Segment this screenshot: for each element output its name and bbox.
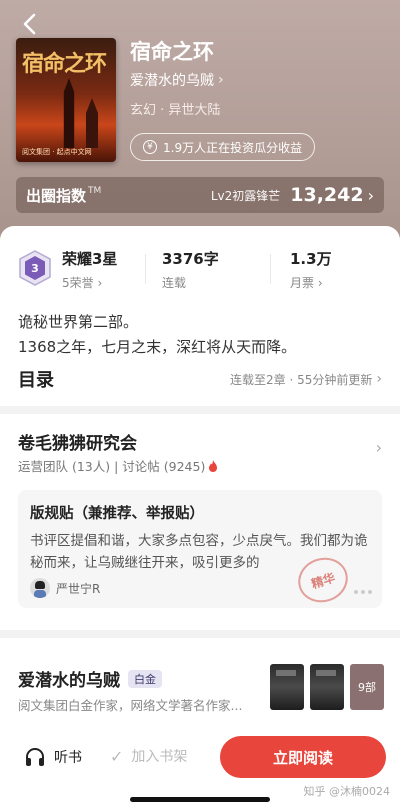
book-cover[interactable]: 宿命之环 阅文集团 · 起点中文网 xyxy=(16,38,116,162)
headphones-icon xyxy=(26,748,44,766)
read-now-button[interactable]: 立即阅读 xyxy=(220,736,386,778)
book-title: 宿命之环 xyxy=(130,40,214,64)
honor-sub: 5荣誉 › xyxy=(62,276,103,290)
fire-icon xyxy=(209,459,218,472)
author-work-cover[interactable] xyxy=(270,664,304,710)
honor-badge-icon[interactable]: 3 xyxy=(18,250,52,286)
listen-button[interactable]: 听书 xyxy=(24,746,82,768)
words-count: 3376字 xyxy=(162,250,219,268)
post-author[interactable]: 严世宁R xyxy=(30,578,100,598)
honor-badge-number: 3 xyxy=(31,262,39,275)
post-title: 版规贴（兼推荐、举报贴） xyxy=(30,506,204,522)
avatar xyxy=(30,578,50,598)
author-work-cover[interactable] xyxy=(310,664,344,710)
index-level: Lv2初露锋芒 xyxy=(210,188,281,203)
author-tier-badge: 白金 xyxy=(128,669,162,688)
intro-line: 1368之年，七月之末，深红将从天而降。 xyxy=(18,338,297,356)
author-link[interactable]: 爱潜水的乌贼 › xyxy=(130,70,224,90)
check-icon: ✓ xyxy=(110,746,124,766)
circle-meta: 运营团队 (13人) | 讨论帖 (9245) xyxy=(18,456,218,475)
intro-line: 诡秘世界第二部。 xyxy=(18,313,139,331)
author-name: 爱潜水的乌贼 xyxy=(18,671,120,691)
listen-label: 听书 xyxy=(54,750,82,766)
book-intro[interactable]: 诡秘世界第二部。 1368之年，七月之末，深红将从天而降。 xyxy=(18,310,296,360)
popularity-index-bar[interactable]: 出圈指数 TM Lv2初露锋芒 13,242 › xyxy=(16,177,384,213)
section-divider xyxy=(0,630,400,638)
circle-title[interactable]: 卷毛狒狒研究会 xyxy=(18,429,137,454)
invest-text: 1.9万人正在投资瓜分收益 xyxy=(163,140,303,155)
cover-publisher: 阅文集团 · 起点中文网 xyxy=(22,148,92,156)
post-author-name: 严世宁R xyxy=(56,581,101,596)
section-divider xyxy=(0,406,400,414)
book-header: 宿命之环 阅文集团 · 起点中文网 宿命之环 爱潜水的乌贼 › 玄幻 · 异世大… xyxy=(0,0,400,240)
stat-divider xyxy=(270,254,271,284)
table-of-contents-row[interactable]: 目录 连载至2章 · 55分钟前更新 › xyxy=(18,366,382,392)
author-works-count[interactable]: 9部 xyxy=(350,664,384,710)
chevron-left-icon xyxy=(23,13,36,35)
cover-art xyxy=(63,78,75,148)
index-value: 13,242 xyxy=(290,184,364,206)
ticket-label: 月票 › xyxy=(290,276,323,290)
chevron-right-icon: › xyxy=(367,185,374,205)
genre-tags: 玄幻 · 异世大陆 xyxy=(130,103,221,118)
chevron-right-icon: › xyxy=(218,72,224,88)
words-stat: 3376字 连载 xyxy=(162,248,219,291)
yen-icon: ¥ xyxy=(143,140,157,154)
cover-art-secondary xyxy=(86,98,98,148)
serial-status: 连载 xyxy=(162,276,187,290)
author-section-title[interactable]: 爱潜水的乌贼 白金 xyxy=(18,666,162,691)
trademark-mark: TM xyxy=(88,186,102,196)
home-indicator xyxy=(130,797,270,802)
toc-update-status: 连载至2章 · 55分钟前更新 xyxy=(230,372,373,387)
ticket-count: 1.3万 xyxy=(290,250,332,268)
honor-title: 荣耀3星 xyxy=(62,250,118,268)
stats-row: 3 荣耀3星 5荣誉 › 3376字 连载 1.3万 月票 › xyxy=(0,244,400,296)
bottom-action-bar: 听书 ✓ 加入书架 立即阅读 知乎 @沐楠0024 xyxy=(0,724,400,798)
cover-title: 宿命之环 xyxy=(22,51,107,77)
author-name: 爱潜水的乌贼 xyxy=(130,73,214,89)
index-label: 出圈指数 xyxy=(26,186,87,205)
honor-stat[interactable]: 荣耀3星 5荣誉 › xyxy=(62,248,117,291)
add-to-shelf-button[interactable]: ✓ 加入书架 xyxy=(110,746,187,766)
carousel-dots xyxy=(354,590,372,594)
chevron-right-icon: › xyxy=(376,371,382,387)
author-description: 阅文集团白金作家，网络文学著名作家... xyxy=(18,698,243,713)
pinned-post-card[interactable]: 版规贴（兼推荐、举报贴） 书评区提倡和谐，大家多点包容，少点戾气。我们都为诡秘而… xyxy=(18,490,382,609)
chevron-right-icon[interactable]: › xyxy=(376,438,382,457)
toc-label: 目录 xyxy=(18,370,54,391)
monthly-ticket-stat[interactable]: 1.3万 月票 › xyxy=(290,248,332,291)
watermark: 知乎 @沐楠0024 xyxy=(303,785,391,798)
add-shelf-label: 加入书架 xyxy=(131,749,188,765)
stat-divider xyxy=(145,254,146,284)
circle-meta-text: 运营团队 (13人) | 讨论帖 (9245) xyxy=(18,459,206,474)
back-button[interactable] xyxy=(16,10,44,38)
invest-button[interactable]: ¥ 1.9万人正在投资瓜分收益 xyxy=(130,133,316,161)
